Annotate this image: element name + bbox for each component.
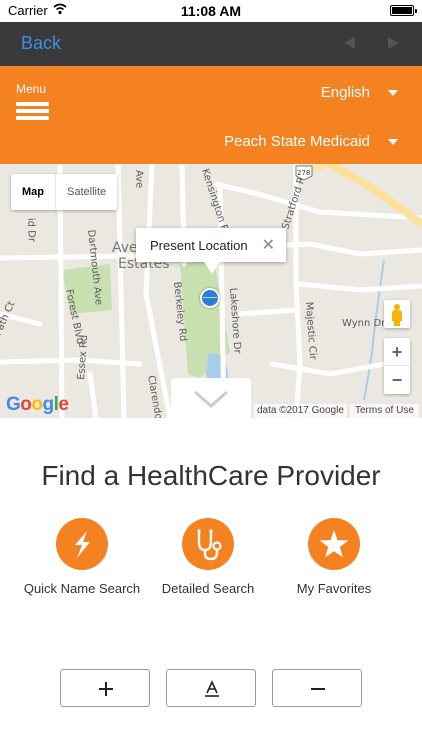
plus-icon <box>99 682 113 696</box>
page-title: Find a HealthCare Provider <box>41 460 381 491</box>
google-logo: Google <box>6 394 69 415</box>
map-type-map-button[interactable]: Map <box>11 174 56 210</box>
map-type-satellite-button[interactable]: Satellite <box>56 174 117 210</box>
collapse-map-button[interactable] <box>171 378 251 418</box>
app-header: Menu English Peach State Medicaid <box>0 66 422 164</box>
status-time: 11:08 AM <box>180 3 242 19</box>
street-view-pegman-icon[interactable] <box>384 300 410 328</box>
svg-text:id Dr: id Dr <box>25 218 37 243</box>
action-label: Detailed Search <box>161 581 255 596</box>
svg-text:278: 278 <box>297 169 310 177</box>
svg-text:Ave: Ave <box>112 240 138 256</box>
stethoscope-icon <box>182 518 234 570</box>
action-label: Quick Name Search <box>23 581 141 596</box>
quick-name-search-button[interactable]: Quick Name Search <box>22 518 142 596</box>
status-bar: Carrier 11:08 AM <box>0 0 422 22</box>
info-window-tail <box>204 262 220 274</box>
language-select[interactable]: English <box>321 84 370 101</box>
screen: Carrier 11:08 AM Back Menu English Peach… <box>0 0 422 750</box>
menu-label: Menu <box>16 82 47 96</box>
chevron-down-icon[interactable] <box>388 139 398 145</box>
plan-select[interactable]: Peach State Medicaid <box>224 133 370 150</box>
lightning-icon <box>56 518 108 570</box>
increase-font-size-button[interactable] <box>60 669 150 707</box>
map-type-control: Map Satellite <box>11 174 118 210</box>
star-icon <box>308 518 360 570</box>
font-size-icon <box>205 680 219 697</box>
nav-next-icon[interactable] <box>388 37 399 49</box>
reset-font-size-button[interactable] <box>166 669 256 707</box>
terms-of-use-link[interactable]: Terms of Use <box>350 404 419 418</box>
map-attribution: data ©2017 Google <box>254 404 347 418</box>
nav-previous-icon[interactable] <box>344 37 355 49</box>
detailed-search-button[interactable]: Detailed Search <box>148 518 268 596</box>
location-info-window: Present Location ✕ <box>136 228 286 274</box>
back-button[interactable]: Back <box>21 33 61 54</box>
chevron-down-icon[interactable] <box>388 90 398 96</box>
decrease-font-size-button[interactable] <box>272 669 362 707</box>
chevron-down-icon <box>194 390 228 408</box>
my-favorites-button[interactable]: My Favorites <box>274 518 394 596</box>
hamburger-menu-icon[interactable] <box>16 102 49 120</box>
info-window-label: Present Location <box>150 238 248 253</box>
current-location-marker[interactable] <box>200 288 220 308</box>
svg-text:Ave: Ave <box>133 170 145 189</box>
map-zoom-control: + − <box>384 338 410 394</box>
zoom-in-button[interactable]: + <box>384 338 410 366</box>
battery-icon <box>390 5 417 16</box>
svg-text:Wynn Dr: Wynn Dr <box>342 318 386 329</box>
close-icon[interactable]: ✕ <box>262 235 275 255</box>
minus-icon <box>311 688 325 690</box>
nav-bar: Back <box>0 22 422 66</box>
map-view[interactable]: Dartmouth Ave Forest Blvd Berkeley Rd La… <box>0 164 422 418</box>
action-label: My Favorites <box>296 581 372 596</box>
zoom-out-button[interactable]: − <box>384 366 410 394</box>
